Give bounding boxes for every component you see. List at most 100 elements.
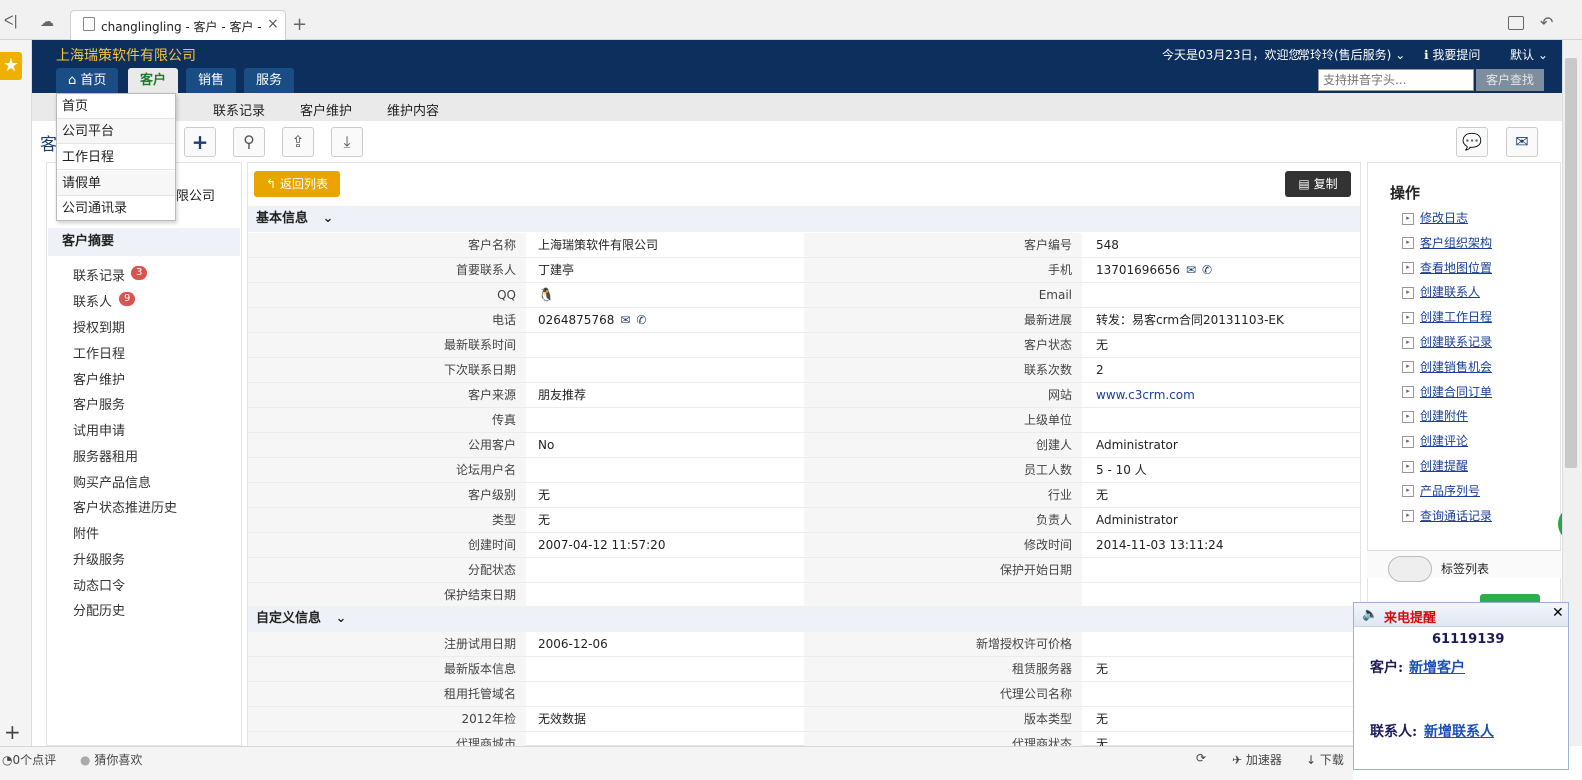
custom-info-section-header[interactable]: 自定义信息 ⌄ <box>248 606 1360 632</box>
customer-summary-heading[interactable]: 客户摘要 <box>48 228 240 256</box>
add-button[interactable]: + <box>184 127 216 157</box>
operation-link[interactable]: 查询通话记录 <box>1402 507 1492 524</box>
left-nav-upgrade-service[interactable]: 升级服务 <box>73 549 125 568</box>
menu-item-company-platform[interactable]: 公司平台 <box>57 119 175 144</box>
undo-icon[interactable]: ↶ <box>1540 13 1553 32</box>
upload-button[interactable]: ⇪ <box>282 127 314 157</box>
browser-tab[interactable]: changlingling - 客户 - 客户 - × <box>70 10 286 40</box>
table-row: 最新联系时间 客户状态 无 <box>248 333 1360 358</box>
dot-icon: ● <box>80 753 91 767</box>
download-status[interactable]: ↓ 下载 <box>1306 751 1344 768</box>
basic-info-section-header[interactable]: 基本信息 ⌄ <box>248 206 1360 232</box>
operation-link[interactable]: 创建附件 <box>1402 407 1468 424</box>
field-label: 2012年检 <box>461 712 516 726</box>
field-value: 丁建亭 <box>538 263 575 277</box>
left-nav-server-rental[interactable]: 服务器租用 <box>73 446 138 465</box>
subnav-contact-records[interactable]: 联系记录 <box>213 100 265 119</box>
operation-link[interactable]: 创建合同订单 <box>1402 383 1492 400</box>
field-value: 2014-11-03 13:11:24 <box>1096 538 1224 552</box>
favorite-star-icon[interactable]: ★ <box>0 52 22 80</box>
default-menu[interactable]: 默认 ⌄ <box>1510 46 1548 63</box>
download-button[interactable]: ⤓ <box>331 127 363 157</box>
field-label: 修改时间 <box>1023 538 1072 552</box>
field-label: 创建人 <box>1035 438 1072 452</box>
menu-item-home[interactable]: 首页 <box>57 94 175 119</box>
menu-item-leave-request[interactable]: 请假单 <box>57 171 175 196</box>
operation-link[interactable]: 产品序列号 <box>1402 482 1480 499</box>
operation-link[interactable]: 创建销售机会 <box>1402 358 1492 375</box>
refresh-status-icon[interactable]: ⟳ <box>1196 751 1206 765</box>
accelerator-status[interactable]: ✈ 加速器 <box>1232 751 1282 768</box>
chat-button[interactable]: 💬 <box>1456 127 1488 157</box>
left-nav-customer-maintenance[interactable]: 客户维护 <box>73 369 125 388</box>
customer-search-input[interactable] <box>1318 69 1474 91</box>
new-customer-link[interactable]: 新增客户 <box>1409 657 1465 677</box>
new-contact-link[interactable]: 新增联系人 <box>1424 721 1494 741</box>
left-nav-attachments[interactable]: 附件 <box>73 523 99 542</box>
field-value: Administrator <box>1096 513 1178 527</box>
operation-link[interactable]: 创建工作日程 <box>1402 308 1492 325</box>
left-nav-contact-records[interactable]: 联系记录 <box>73 265 125 284</box>
copy-button[interactable]: ▤ 复制 <box>1285 171 1351 197</box>
envelope-icon[interactable]: ✉ <box>1186 258 1196 283</box>
contacts-count-badge: 9 <box>119 292 136 306</box>
operation-link[interactable]: 创建联系记录 <box>1402 333 1492 350</box>
browser-back-button[interactable]: ᐸ| <box>4 14 20 30</box>
chevron-down-icon: ⌄ <box>1395 48 1406 62</box>
operation-link[interactable]: 查看地图位置 <box>1402 259 1492 276</box>
scrollbar-thumb[interactable] <box>1565 58 1577 468</box>
new-tab-button[interactable]: + <box>292 14 307 35</box>
company-name-fragment: 限公司 <box>176 189 216 204</box>
left-nav-status-history[interactable]: 客户状态推进历史 <box>73 497 177 516</box>
reviews-status[interactable]: ◔0个点评 <box>2 751 56 768</box>
phone-icon[interactable]: ✆ <box>1202 258 1212 283</box>
download-arrow-icon: ↓ <box>1306 753 1317 767</box>
field-label: Email <box>1038 288 1072 302</box>
chevron-down-icon: ⌄ <box>1537 48 1548 62</box>
nav-tab-customer[interactable]: 客户 <box>128 68 179 93</box>
website-link[interactable]: www.c3crm.com <box>1096 388 1195 402</box>
operation-link[interactable]: 客户组织架构 <box>1402 234 1492 251</box>
tag-list-label[interactable]: 标签列表 <box>1441 560 1489 577</box>
left-nav-contacts[interactable]: 联系人 <box>73 291 112 310</box>
close-tab-icon[interactable]: × <box>267 16 279 32</box>
back-to-list-button[interactable]: ↰ 返回列表 <box>254 171 340 197</box>
nav-tab-sales[interactable]: 销售 <box>186 68 237 93</box>
search-button[interactable]: ⚲ <box>233 127 265 157</box>
left-nav-license-expiry[interactable]: 授权到期 <box>73 317 125 336</box>
left-nav-purchased-products[interactable]: 购买产品信息 <box>73 472 151 491</box>
operation-link[interactable]: 创建提醒 <box>1402 457 1468 474</box>
mail-button[interactable]: ✉ <box>1506 127 1538 157</box>
phone-icon[interactable]: ✆ <box>636 308 646 333</box>
ask-question-link[interactable]: ℹ 我要提问 <box>1424 46 1480 63</box>
field-label: 首要联系人 <box>455 263 516 277</box>
operations-title: 操作 <box>1390 184 1421 202</box>
menu-item-work-schedule[interactable]: 工作日程 <box>57 145 175 170</box>
operation-link[interactable]: 创建联系人 <box>1402 283 1480 300</box>
cloud-icon[interactable]: ☁ <box>40 14 60 30</box>
envelope-icon[interactable]: ✉ <box>620 308 630 333</box>
operation-link[interactable]: 修改日志 <box>1402 209 1468 226</box>
left-nav-assignment-history[interactable]: 分配历史 <box>73 600 125 619</box>
field-label: 公用客户 <box>467 438 516 452</box>
operation-link[interactable]: 创建评论 <box>1402 432 1468 449</box>
nav-tab-home[interactable]: ⌂ 首页 <box>56 68 119 93</box>
menu-item-company-directory[interactable]: 公司通讯录 <box>57 196 175 221</box>
qq-penguin-icon[interactable]: 🐧 <box>538 288 554 303</box>
speaker-icon: 🔈 <box>1362 607 1379 622</box>
customer-search-button[interactable]: 客户查找 <box>1476 69 1544 91</box>
field-label: 注册试用日期 <box>443 637 516 651</box>
left-nav-work-schedule[interactable]: 工作日程 <box>73 343 125 362</box>
subnav-customer-maintenance[interactable]: 客户维护 <box>300 100 352 119</box>
subnav-maintenance-content[interactable]: 维护内容 <box>387 100 439 119</box>
left-nav-trial-request[interactable]: 试用申请 <box>73 420 125 439</box>
guess-you-like-status[interactable]: ● 猜你喜欢 <box>80 751 142 768</box>
nav-tab-service[interactable]: 服务 <box>244 68 295 93</box>
field-value: 13701696656 ✉ ✆ <box>1096 258 1212 283</box>
left-nav-customer-service[interactable]: 客户服务 <box>73 394 125 413</box>
window-restore-icon[interactable] <box>1508 16 1524 30</box>
add-icon[interactable]: + <box>4 720 21 744</box>
user-menu[interactable]: 常玲玲(售后服务) ⌄ <box>1298 46 1405 63</box>
left-nav-dynamic-token[interactable]: 动态口令 <box>73 575 125 594</box>
close-icon[interactable]: ✕ <box>1552 605 1564 621</box>
